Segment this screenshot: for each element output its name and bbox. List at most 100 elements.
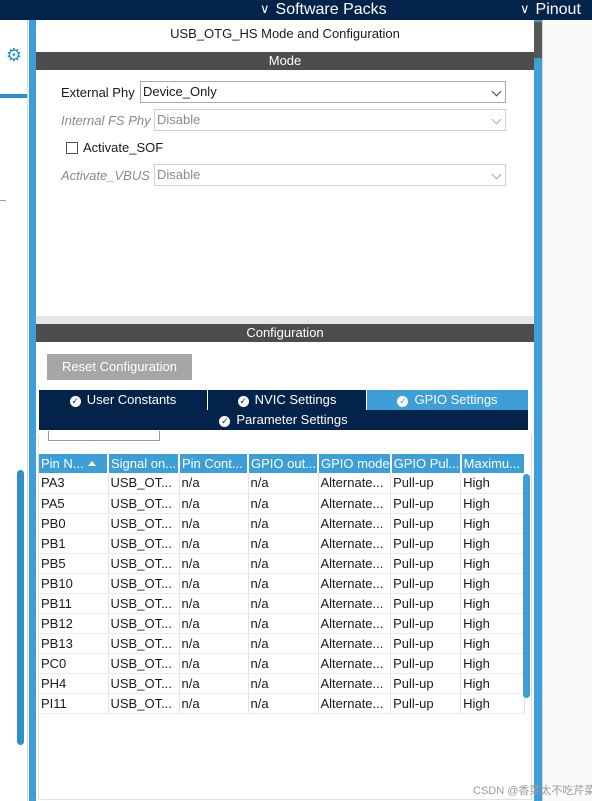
table-cell: High [460, 593, 526, 614]
table-cell: Alternate... [318, 593, 392, 614]
column-header[interactable]: GPIO Pul... [390, 454, 462, 473]
table-cell: High [460, 653, 526, 674]
column-header[interactable]: Pin N... [39, 454, 109, 473]
activate-vbus-label: Activate_VBUS [61, 168, 150, 183]
table-cell: Alternate... [318, 473, 392, 494]
table-cell: Pull-up [390, 633, 462, 654]
column-header-label: Maximu... [463, 456, 520, 471]
tab-label: GPIO Settings [414, 392, 498, 407]
table-cell: n/a [248, 533, 319, 554]
table-cell: n/a [248, 553, 319, 574]
column-header[interactable]: Pin Cont... [179, 454, 249, 473]
column-header[interactable]: GPIO mode [318, 454, 392, 473]
mode-section-header: Mode [36, 52, 534, 70]
table-row[interactable]: PB12 USB_OT... n/a n/a Alternate... Pull-up Hi… [39, 613, 526, 634]
table-cell: High [460, 493, 526, 514]
activate-sof-label: Activate_SOF [83, 140, 164, 155]
table-row[interactable]: PB11 USB_OT... n/a n/a Alternate... Pull-up Hi… [39, 593, 526, 614]
table-row[interactable]: PB5 USB_OT... n/a n/a Alternate... Pull-up Hig… [39, 553, 526, 574]
external-phy-select[interactable]: Device_Only [140, 81, 506, 103]
table-cell: PA3 [39, 473, 109, 494]
table-row[interactable]: PI11 USB_OT... n/a n/a Alternate... Pull-up Hi… [39, 693, 526, 714]
external-phy-value: Device_Only [143, 84, 217, 99]
table-row[interactable]: PB10 USB_OT... n/a n/a Alternate... Pull-up Hi… [39, 573, 526, 594]
panel-collapse-handle[interactable] [534, 22, 542, 58]
table-cell: Alternate... [318, 493, 392, 514]
column-header[interactable]: GPIO out... [248, 454, 319, 473]
table-cell: n/a [248, 673, 319, 694]
table-cell: PB5 [39, 553, 109, 574]
table-cell: USB_OT... [108, 653, 180, 674]
table-cell: USB_OT... [108, 613, 180, 634]
top-toolbar: ∨ Software Packs ∨ Pinout [0, 0, 592, 20]
chevron-down-icon: ∨ [260, 1, 270, 16]
external-phy-label: External Phy [61, 85, 135, 100]
column-header[interactable]: Maximu... [460, 454, 526, 473]
table-cell: n/a [179, 533, 249, 554]
sidebar-tick [0, 200, 6, 201]
panel-title: USB_OTG_HS Mode and Configuration [170, 26, 400, 41]
table-cell: Alternate... [318, 533, 392, 554]
sidebar-scrollbar[interactable] [17, 470, 24, 745]
tab-gpio-settings[interactable]: ✓ GPIO Settings [367, 390, 528, 410]
table-cell: High [460, 573, 526, 594]
table-cell: High [460, 633, 526, 654]
left-sidebar: ⚙ [0, 20, 28, 801]
right-pane [542, 20, 592, 801]
table-cell: High [460, 473, 526, 494]
table-cell: n/a [179, 593, 249, 614]
chevron-down-icon [491, 169, 502, 180]
internal-fs-phy-select[interactable]: Disable [154, 109, 506, 131]
table-row[interactable]: PA3 USB_OT... n/a n/a Alternate... Pull-up Hig… [39, 473, 526, 494]
table-row[interactable]: PA5 USB_OT... n/a n/a Alternate... Pull-up Hig… [39, 493, 526, 514]
table-row[interactable]: PC0 USB_OT... n/a n/a Alternate... Pull-up Hig… [39, 653, 526, 674]
chevron-down-icon: ∨ [520, 1, 530, 16]
reset-configuration-button[interactable]: Reset Configuration [47, 354, 192, 380]
activate-vbus-select[interactable]: Disable [154, 164, 506, 186]
table-cell: n/a [248, 513, 319, 534]
config-section-header: Configuration [36, 324, 534, 342]
activate-sof-checkbox[interactable] [66, 142, 78, 154]
tab-nvic-settings[interactable]: ✓ NVIC Settings [208, 390, 366, 410]
internal-fs-phy-label: Internal FS Phy [61, 113, 151, 128]
table-cell: n/a [179, 633, 249, 654]
table-cell: Alternate... [318, 553, 392, 574]
table-cell: Pull-up [390, 533, 462, 554]
gear-icon[interactable]: ⚙ [4, 45, 24, 65]
table-cell: Alternate... [318, 693, 392, 714]
table-cell: USB_OT... [108, 513, 180, 534]
table-cell: USB_OT... [108, 633, 180, 654]
table-cell: n/a [248, 473, 319, 494]
table-row[interactable]: PB1 USB_OT... n/a n/a Alternate... Pull-up Hig… [39, 533, 526, 554]
table-header-row: Pin N... Signal on... Pin Cont... GPIO out.… [39, 454, 526, 473]
search-field-stub[interactable] [48, 431, 160, 441]
table-cell: n/a [179, 573, 249, 594]
table-cell: n/a [248, 573, 319, 594]
table-scrollbar[interactable] [523, 474, 530, 698]
panel-frame-right [534, 20, 542, 801]
table-cell: n/a [248, 593, 319, 614]
table-cell: Alternate... [318, 613, 392, 634]
table-cell: USB_OT... [108, 533, 180, 554]
table-cell: PI11 [39, 693, 109, 714]
software-packs-menu[interactable]: ∨ Software Packs [260, 0, 387, 20]
column-header[interactable]: Signal on... [108, 454, 180, 473]
pinout-menu[interactable]: ∨ Pinout [520, 0, 581, 20]
tab-parameter-settings[interactable]: ✓ Parameter Settings [39, 410, 528, 430]
table-row[interactable]: PB13 USB_OT... n/a n/a Alternate... Pull-up Hi… [39, 633, 526, 654]
mode-section [36, 70, 534, 316]
table-cell: n/a [179, 473, 249, 494]
table-cell: PB13 [39, 633, 109, 654]
section-splitter[interactable] [36, 316, 534, 324]
table-cell: PH4 [39, 673, 109, 694]
table-cell: USB_OT... [108, 593, 180, 614]
tab-user-constants[interactable]: ✓ User Constants [39, 390, 207, 410]
check-circle-icon: ✓ [397, 396, 409, 407]
table-cell: n/a [248, 693, 319, 714]
table-cell: Pull-up [390, 653, 462, 674]
table-row[interactable]: PH4 USB_OT... n/a n/a Alternate... Pull-up Hig… [39, 673, 526, 694]
sort-ascending-icon [87, 461, 96, 466]
table-cell: High [460, 673, 526, 694]
table-cell: Pull-up [390, 573, 462, 594]
table-row[interactable]: PB0 USB_OT... n/a n/a Alternate... Pull-up Hig… [39, 513, 526, 534]
